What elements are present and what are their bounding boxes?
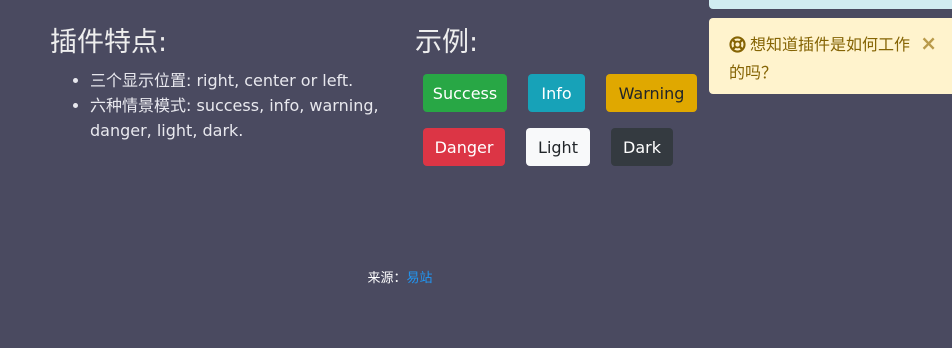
danger-button[interactable]: Danger xyxy=(423,128,505,166)
close-icon[interactable]: × xyxy=(920,33,937,53)
examples-title: 示例: xyxy=(415,27,479,58)
lifebuoy-icon xyxy=(729,35,746,60)
source-link[interactable]: 易站 xyxy=(407,271,433,286)
features-title: 插件特点: xyxy=(50,27,168,58)
features-section: 插件特点: 三个显示位置: right, center or left. 六种情… xyxy=(50,26,395,143)
info-button[interactable]: Info xyxy=(528,74,585,112)
warning-button[interactable]: Warning xyxy=(606,74,697,112)
list-item: 三个显示位置: right, center or left. xyxy=(90,68,395,93)
warning-toast: 想知道插件是如何工作的吗？ × xyxy=(709,18,952,94)
examples-section: 示例: xyxy=(415,26,715,68)
source-label: 来源： xyxy=(367,271,407,286)
list-item: 六种情景模式: success, info, warning, danger, … xyxy=(90,93,395,143)
source-footer: 来源：易站 xyxy=(0,267,800,286)
toast-message: 想知道插件是如何工作的吗？ xyxy=(729,35,911,82)
info-toast-partial xyxy=(709,0,952,9)
success-button[interactable]: Success xyxy=(423,74,507,112)
features-list: 三个显示位置: right, center or left. 六种情景模式: s… xyxy=(50,68,395,143)
light-button[interactable]: Light xyxy=(526,128,590,166)
dark-button[interactable]: Dark xyxy=(611,128,673,166)
